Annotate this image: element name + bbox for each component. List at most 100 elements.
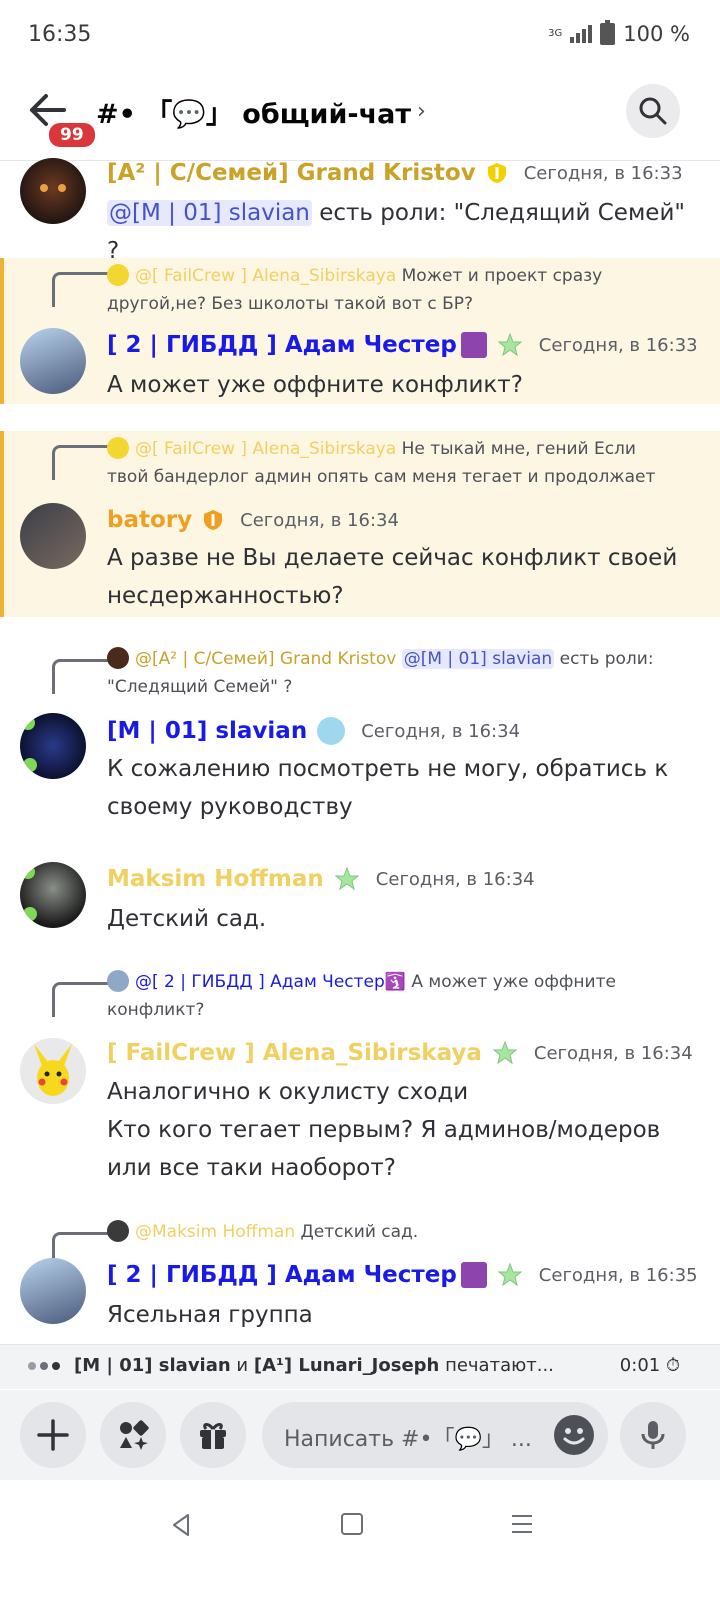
author-name[interactable]: [ 2 | ГИБДД ] Адам Честер [107, 1262, 457, 1288]
message-line: Кто кого тегает первым? Я админов/модеро… [107, 1117, 661, 1143]
typing-suffix: печатают... [439, 1355, 554, 1376]
avatar-decoration [21, 716, 37, 772]
avatar[interactable] [20, 328, 86, 394]
nav-recents-icon[interactable] [510, 1512, 534, 1536]
cat-avatar-image [40, 184, 66, 192]
author-name[interactable]: batory [107, 507, 192, 533]
praying-emoji-icon [460, 1262, 487, 1288]
discord-role-icon [317, 717, 346, 745]
status-bar: 16:35 3G 100 % [0, 0, 720, 70]
reply-preview[interactable]: @Maksim Hoffman Детский сад. [107, 1218, 680, 1246]
author-line: [ FailCrew ] Alena_Sibirskaya Сегодня, в… [107, 1040, 693, 1066]
author-name[interactable]: [M | 01] slavian [107, 718, 307, 744]
channel-name: #• 「💬」 общий-чат [96, 99, 411, 130]
reply-preview[interactable]: @[ 2 | ГИБДД ] Адам Честер🛐 А может уже … [107, 968, 680, 1024]
timestamp: Сегодня, в 16:35 [538, 1264, 698, 1286]
author-name[interactable]: [A² | С/Семей] Grand Kristov [107, 160, 476, 186]
star-role-icon [497, 332, 523, 357]
message[interactable]: @[ 2 | ГИБДД ] Адам Честер🛐 А может уже … [0, 968, 720, 1198]
message-input-placeholder: Написать #•「💬」 ... [284, 1427, 532, 1452]
author-line: [A² | С/Семей] Grand Kristov Сегодня, в … [107, 160, 683, 186]
reply-connector [52, 982, 109, 1017]
shield-role-icon [204, 510, 223, 530]
typing-indicator: [M | 01] slavian и [A¹] Lunari_Joseph пе… [0, 1344, 720, 1389]
reply-author: @[ 2 | ГИБДД ] Адам Честер🛐 [135, 972, 406, 992]
star-role-icon [334, 866, 360, 891]
nav-back-icon[interactable] [168, 1512, 194, 1538]
plus-icon [37, 1419, 69, 1451]
message-content: Аналогично к окулисту сходи Кто кого тег… [107, 1073, 696, 1187]
author-name[interactable]: [ 2 | ГИБДД ] Адам Честер [107, 332, 457, 358]
network-type: 3G [548, 28, 563, 39]
avatar[interactable] [20, 503, 86, 569]
reply-avatar [107, 264, 129, 286]
message-line: или все таки наоборот? [107, 1155, 396, 1181]
chevron-right-icon: › [417, 99, 426, 124]
author-name[interactable]: Maksim Hoffman [107, 866, 324, 892]
apps-button[interactable] [100, 1402, 166, 1468]
author-line: [ 2 | ГИБДД ] Адам Честер Сегодня, в 16:… [107, 1262, 698, 1288]
stopwatch-icon: ⏱ [665, 1355, 680, 1376]
reply-connector [52, 659, 109, 694]
message-composer: Написать #•「💬」 ... [0, 1390, 720, 1480]
message[interactable]: @[A² | С/Семей] Grand Kristov @[M | 01] … [0, 645, 720, 835]
emoji-button[interactable] [554, 1415, 594, 1455]
avatar[interactable] [20, 158, 86, 224]
reply-author: @[A² | С/Семей] Grand Kristov [135, 649, 397, 669]
reply-author: @[ FailCrew ] Alena_Sibirskaya [135, 266, 397, 286]
slowmode-timer: 0:01 ⏱ [620, 1355, 680, 1376]
timestamp: Сегодня, в 16:33 [538, 334, 698, 356]
system-nav-bar [0, 1482, 720, 1600]
reply-avatar [107, 1220, 129, 1242]
reply-avatar [107, 437, 129, 459]
author-name[interactable]: [ FailCrew ] Alena_Sibirskaya [107, 1040, 482, 1066]
voice-message-button[interactable] [620, 1402, 686, 1468]
user-mention[interactable]: @[M | 01] slavian [107, 200, 312, 226]
reply-author: @[ FailCrew ] Alena_Sibirskaya [135, 439, 397, 459]
typing-user: [A¹] Lunari_Joseph [253, 1355, 440, 1376]
smiley-icon [563, 1428, 585, 1445]
gift-icon [200, 1423, 226, 1449]
avatar[interactable] [20, 862, 86, 928]
search-button[interactable] [626, 84, 680, 138]
reply-preview[interactable]: @[A² | С/Семей] Grand Kristov @[M | 01] … [107, 645, 680, 701]
pikachu-avatar-image [34, 1044, 72, 1096]
message-text: К сожалению посмотреть не могу, обратись… [107, 756, 669, 820]
add-attachment-button[interactable] [20, 1402, 86, 1468]
message[interactable]: Maksim Hoffman Сегодня, в 16:34 Детский … [0, 858, 720, 948]
search-icon [639, 97, 667, 125]
author-line: batory Сегодня, в 16:34 [107, 507, 399, 533]
timestamp: Сегодня, в 16:34 [361, 720, 521, 742]
timestamp: Сегодня, в 16:34 [240, 509, 399, 531]
message-text: Детский сад. [107, 906, 267, 932]
avatar[interactable] [20, 1258, 86, 1324]
timer-value: 0:01 [619, 1355, 661, 1376]
message-highlighted[interactable]: @[ FailCrew ] Alena_Sibirskaya Не тыкай … [0, 431, 720, 617]
author-line: [M | 01] slavian Сегодня, в 16:34 [107, 717, 520, 745]
reply-author: @Maksim Hoffman [135, 1222, 296, 1242]
gift-button[interactable] [180, 1402, 246, 1468]
message[interactable]: [A² | С/Семей] Grand Kristov Сегодня, в … [0, 158, 720, 264]
reply-connector [52, 445, 109, 480]
message[interactable]: @Maksim Hoffman Детский сад. [ 2 | ГИБДД… [0, 1218, 720, 1338]
avatar[interactable] [20, 713, 86, 779]
author-line: [ 2 | ГИБДД ] Адам Честер Сегодня, в 16:… [107, 332, 698, 358]
shield-role-icon [487, 163, 506, 183]
reply-avatar [107, 970, 129, 992]
unread-badge: 99 [46, 120, 98, 150]
nav-home-icon[interactable] [340, 1512, 364, 1536]
status-time: 16:35 [28, 22, 92, 47]
battery-icon [600, 20, 616, 45]
reply-text: Детский сад. [295, 1222, 419, 1242]
message-input[interactable]: Написать #•「💬」 ... [262, 1402, 608, 1468]
reply-preview[interactable]: @[ FailCrew ] Alena_Sibirskaya Может и п… [107, 262, 680, 318]
avatar[interactable] [20, 1038, 86, 1104]
microphone-icon [641, 1421, 665, 1449]
typing-user: [M | 01] slavian [74, 1355, 231, 1376]
avatar-decoration [21, 865, 37, 921]
channel-title[interactable]: #• 「💬」 общий-чат › [96, 92, 426, 131]
reply-preview[interactable]: @[ FailCrew ] Alena_Sibirskaya Не тыкай … [107, 435, 680, 491]
message-text: А разве не Вы делаете сейчас конфликт св… [107, 545, 678, 609]
author-line: Maksim Hoffman Сегодня, в 16:34 [107, 866, 535, 892]
message-highlighted[interactable]: @[ FailCrew ] Alena_Sibirskaya Может и п… [0, 258, 720, 404]
